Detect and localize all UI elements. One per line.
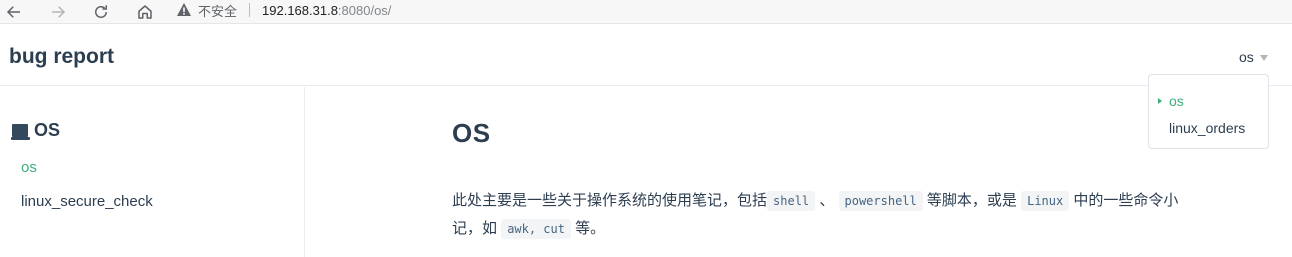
intro-text-3: 等脚本，或是 bbox=[926, 192, 1017, 209]
intro-text-1: 此处主要是一些关于操作系统的使用笔记，包括 bbox=[452, 192, 768, 209]
insecure-label: 不安全 bbox=[198, 3, 238, 19]
address-divider bbox=[249, 3, 251, 17]
main-content: OS 此处主要是一些关于操作系统的使用笔记，包括 shell 、 powershe… bbox=[452, 118, 1192, 243]
code-shell: shell bbox=[767, 191, 816, 211]
laptop-icon bbox=[11, 123, 30, 140]
caret-down-icon bbox=[1259, 55, 1268, 61]
warning-icon bbox=[177, 3, 191, 16]
code-linux: Linux bbox=[1021, 191, 1070, 211]
intro-text-5: 等。 bbox=[575, 220, 606, 237]
sidebar-item-os[interactable]: os bbox=[21, 159, 37, 176]
code-powershell: powershell bbox=[838, 191, 923, 211]
home-button[interactable] bbox=[131, 0, 159, 24]
sidebar-heading: OS bbox=[11, 120, 60, 141]
nav-dropdown-label: os bbox=[1239, 49, 1254, 65]
arrow-left-icon bbox=[6, 5, 20, 18]
forward-button[interactable] bbox=[44, 0, 72, 24]
address-bar[interactable]: 不安全 192.168.31.8:8080/os/ bbox=[176, 0, 1276, 20]
arrow-right-icon bbox=[52, 5, 66, 18]
site-navbar: bug report os bbox=[0, 30, 1292, 86]
home-icon bbox=[138, 4, 152, 19]
dropdown-item-os[interactable]: os bbox=[1149, 89, 1268, 116]
sidebar: OS os linux_secure_check bbox=[0, 87, 305, 257]
intro-paragraph: 此处主要是一些关于操作系统的使用笔记，包括 shell 、 powershell … bbox=[452, 187, 1182, 243]
browser-toolbar: 不安全 192.168.31.8:8080/os/ bbox=[0, 0, 1292, 24]
nav-dropdown-toggle[interactable]: os bbox=[1239, 49, 1268, 65]
url-path: :8080/os/ bbox=[337, 2, 392, 18]
url-host: 192.168.31.8 bbox=[262, 2, 338, 18]
page-title: OS bbox=[452, 118, 491, 148]
code-awk-cut: awk, cut bbox=[501, 219, 571, 239]
intro-text-2: 、 bbox=[819, 192, 835, 209]
back-button[interactable] bbox=[0, 0, 28, 24]
sidebar-item-linux-secure-check[interactable]: linux_secure_check bbox=[21, 193, 153, 210]
reload-button[interactable] bbox=[87, 0, 115, 24]
site-name[interactable]: bug report bbox=[9, 45, 114, 69]
sidebar-heading-label: OS bbox=[34, 120, 61, 140]
reload-icon bbox=[95, 4, 107, 18]
